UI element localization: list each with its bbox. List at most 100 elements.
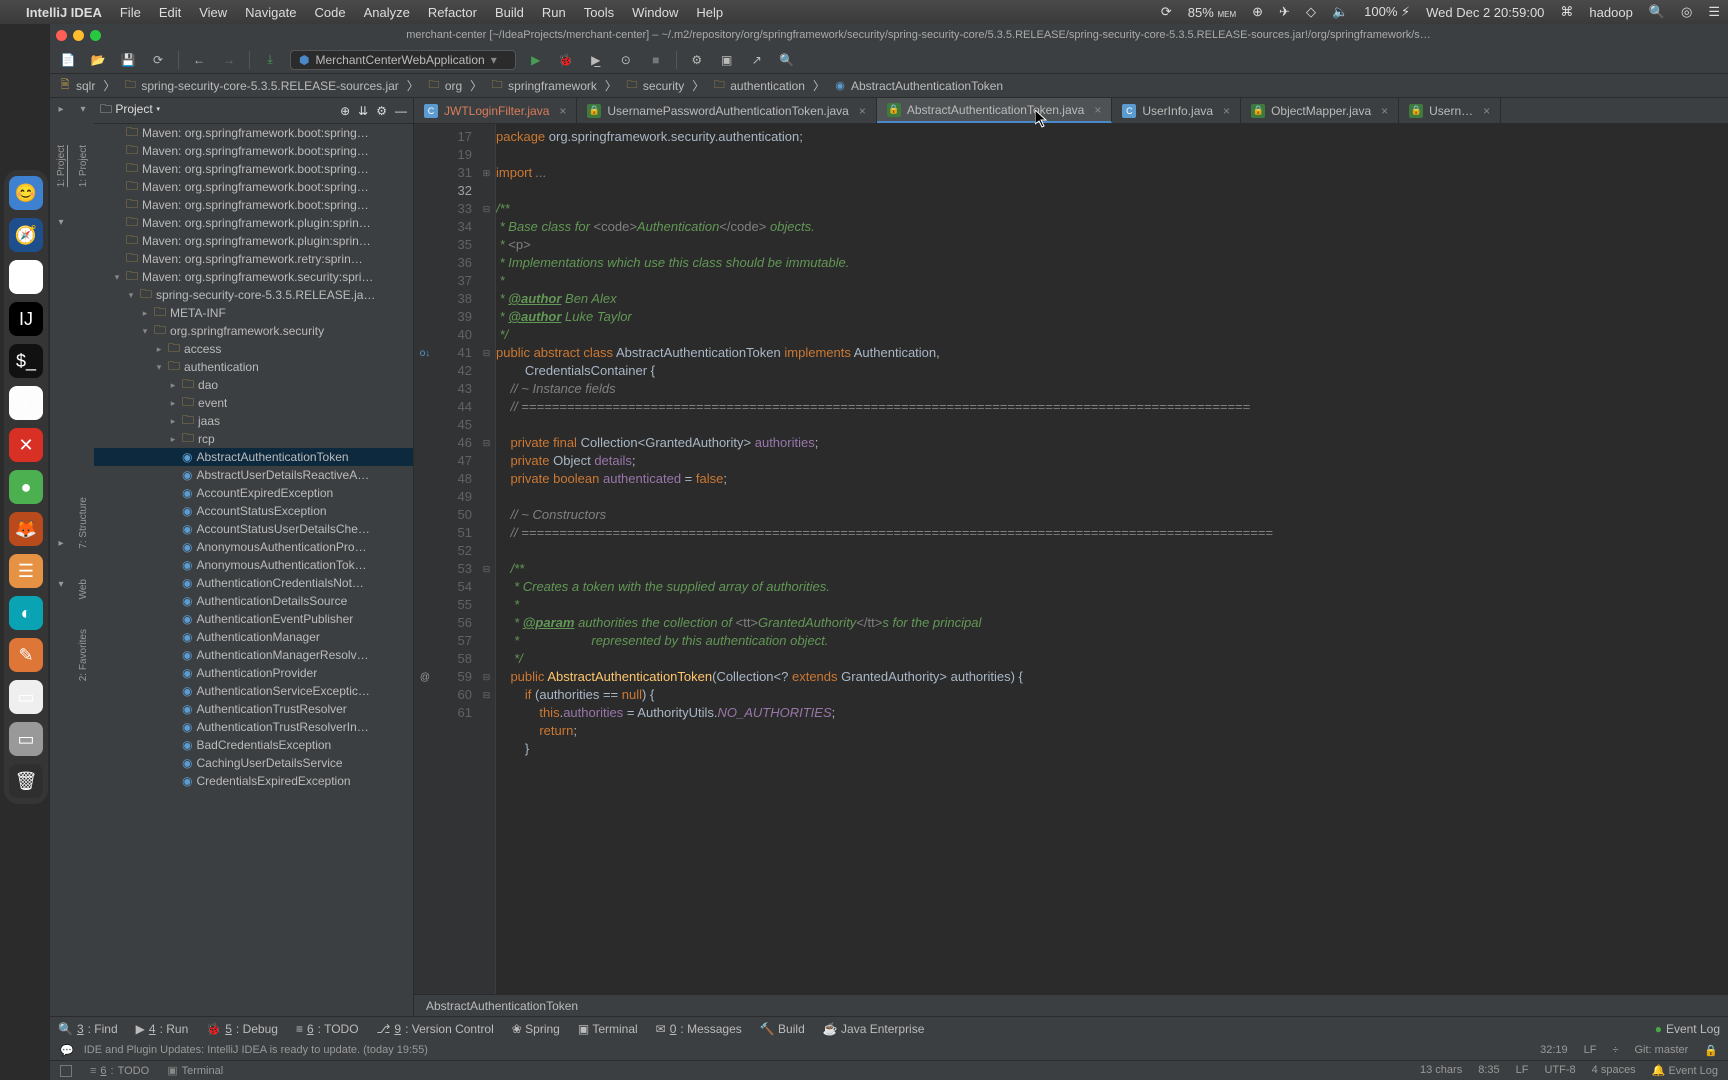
menu-analyze[interactable]: Analyze — [364, 5, 410, 20]
code-line[interactable]: private Object details; — [496, 452, 1728, 470]
tree-arrow-icon[interactable]: ▸ — [168, 398, 178, 409]
close-tab-icon[interactable]: × — [1483, 104, 1490, 118]
bottom-tool-tab[interactable]: ❀ Spring — [512, 1022, 560, 1036]
tree-row[interactable]: 🗀Maven: org.springframework.boot:spring… — [94, 160, 413, 178]
bottom-tool-tab[interactable]: ▣ Terminal — [578, 1022, 638, 1036]
minimize-button[interactable] — [73, 30, 84, 41]
line-number[interactable]: 44 — [436, 398, 478, 416]
dock-app-icon[interactable]: ✕ — [9, 428, 43, 462]
code-line[interactable]: * represented by this authentication obj… — [496, 632, 1728, 650]
tree-row[interactable]: ◉AuthenticationTrustResolver — [94, 700, 413, 718]
locate-icon[interactable]: ⊕ — [340, 104, 350, 118]
tree-row[interactable]: ▾🗀org.springframework.security — [94, 322, 413, 340]
code-line[interactable]: /** — [496, 560, 1728, 578]
tree-row[interactable]: ◉AuthenticationServiceExceptic… — [94, 682, 413, 700]
menu-help[interactable]: Help — [696, 5, 723, 20]
dock-textedit-icon[interactable]: T — [9, 386, 43, 420]
tree-row[interactable]: ◉AnonymousAuthenticationTok… — [94, 556, 413, 574]
status-icon[interactable]: ◇ — [1306, 4, 1316, 20]
line-number[interactable]: 48 — [436, 470, 478, 488]
tool-window-project[interactable]: 1: Project — [56, 145, 67, 187]
tree-row[interactable]: ◉AccountExpiredException — [94, 484, 413, 502]
line-number[interactable]: 37 — [436, 272, 478, 290]
fold-toggle-icon[interactable]: ⊟ — [478, 200, 495, 218]
tree-row[interactable]: ▸🗀jaas — [94, 412, 413, 430]
tree-arrow-icon[interactable]: ▾ — [112, 272, 122, 283]
tree-row[interactable]: 🗀Maven: org.springframework.boot:spring… — [94, 124, 413, 142]
code-line[interactable] — [496, 146, 1728, 164]
line-number[interactable]: 58 — [436, 650, 478, 668]
tree-arrow-icon[interactable]: ▸ — [154, 344, 164, 355]
code-line[interactable]: private boolean authenticated = false; — [496, 470, 1728, 488]
dock-app-icon[interactable]: ● — [9, 470, 43, 504]
tree-row[interactable]: ◉AuthenticationProvider — [94, 664, 413, 682]
tool-window-structure[interactable]: 7: Structure — [78, 497, 89, 549]
app-name[interactable]: IntelliJ IDEA — [26, 5, 102, 20]
dock-app-icon[interactable]: ▭ — [9, 722, 43, 756]
close-button[interactable] — [56, 30, 67, 41]
menu-edit[interactable]: Edit — [159, 5, 181, 20]
dock-app-icon[interactable]: ✎ — [9, 638, 43, 672]
line-number[interactable]: 49 — [436, 488, 478, 506]
code-line[interactable]: return; — [496, 722, 1728, 740]
tree-arrow-icon[interactable]: ▾ — [154, 362, 164, 373]
code-line[interactable]: /** — [496, 200, 1728, 218]
code-line[interactable]: * <p> — [496, 236, 1728, 254]
line-number[interactable]: 45 — [436, 416, 478, 434]
dock-firefox-icon[interactable]: 🦊 — [9, 512, 43, 546]
menu-build[interactable]: Build — [495, 5, 524, 20]
tree-arrow-icon[interactable]: ▸ — [168, 434, 178, 445]
fold-toggle-icon[interactable]: ⊟ — [478, 668, 495, 686]
dock-app-icon[interactable]: ☰ — [9, 554, 43, 588]
debug-button-icon[interactable]: 🐞 — [556, 50, 576, 70]
tree-row[interactable]: ▾🗀spring-security-core-5.3.5.RELEASE.ja… — [94, 286, 413, 304]
tree-arrow-icon[interactable]: ▸ — [168, 380, 178, 391]
line-number[interactable]: 17 — [436, 128, 478, 146]
tree-row[interactable]: ◉CachingUserDetailsService — [94, 754, 413, 772]
tree-row[interactable]: ▸🗀META-INF — [94, 304, 413, 322]
crumb-item[interactable]: 🗀authentication — [712, 79, 805, 93]
close-tab-icon[interactable]: × — [859, 104, 866, 118]
line-number[interactable]: 60 — [436, 686, 478, 704]
tree-row[interactable]: ◉BadCredentialsException — [94, 736, 413, 754]
tree-arrow-icon[interactable]: ▸ — [140, 308, 150, 319]
git-branch[interactable]: Git: master — [1635, 1044, 1689, 1057]
code-line[interactable]: * @param authorities the collection of <… — [496, 614, 1728, 632]
code-line[interactable]: * — [496, 272, 1728, 290]
tree-arrow-icon[interactable]: ▾ — [140, 326, 150, 337]
arrow-icon[interactable]: ▾ — [58, 217, 63, 228]
tree-row[interactable]: ◉AuthenticationCredentialsNot… — [94, 574, 413, 592]
crumb-item[interactable]: 🗀org — [427, 79, 462, 93]
line-number[interactable] — [436, 740, 478, 758]
code-line[interactable]: this.authorities = AuthorityUtils.NO_AUT… — [496, 704, 1728, 722]
line-number[interactable]: 34 — [436, 218, 478, 236]
open-icon[interactable]: 📂 — [88, 50, 108, 70]
event-log-tab[interactable]: ●Event Log — [1655, 1022, 1720, 1036]
code-line[interactable] — [496, 542, 1728, 560]
crumb-item[interactable]: 🗀security — [625, 79, 684, 93]
search-icon[interactable]: 🔍 — [777, 50, 797, 70]
fold-gutter[interactable]: ⊞⊟⊟⊟⊟⊟⊟ — [478, 124, 496, 994]
footer-le[interactable]: LF — [1516, 1064, 1529, 1077]
menu-code[interactable]: Code — [314, 5, 345, 20]
project-dropdown[interactable]: 🗀 Project ▾ — [100, 100, 160, 121]
dock-terminal-icon[interactable]: $_ — [9, 344, 43, 378]
close-tab-icon[interactable]: × — [559, 104, 566, 118]
tree-row[interactable]: ▸🗀event — [94, 394, 413, 412]
bottom-tool-tab[interactable]: 🔨 Build — [760, 1022, 805, 1036]
line-ending[interactable]: LF — [1584, 1044, 1597, 1057]
bottom-tool-tab[interactable]: ⎇ 9: Version Control — [377, 1022, 494, 1036]
tree-row[interactable]: 🗀Maven: org.springframework.boot:spring… — [94, 196, 413, 214]
line-number[interactable]: 54 — [436, 578, 478, 596]
tree-row[interactable]: ◉AuthenticationTrustResolverIn… — [94, 718, 413, 736]
tree-row[interactable]: ▸🗀access — [94, 340, 413, 358]
line-number-gutter[interactable]: 1719313233343536373839404142434445464748… — [436, 124, 478, 994]
bottom-tool-tab[interactable]: ▶ 4: Run — [136, 1022, 189, 1036]
menu-refactor[interactable]: Refactor — [428, 5, 477, 20]
line-number[interactable]: 61 — [436, 704, 478, 722]
menu-run[interactable]: Run — [542, 5, 566, 20]
dock-app-icon[interactable]: ▭ — [9, 680, 43, 714]
line-number[interactable]: 31 — [436, 164, 478, 182]
dock-finder-icon[interactable]: 😊 — [9, 176, 43, 210]
fold-toggle-icon[interactable]: ⊟ — [478, 686, 495, 704]
